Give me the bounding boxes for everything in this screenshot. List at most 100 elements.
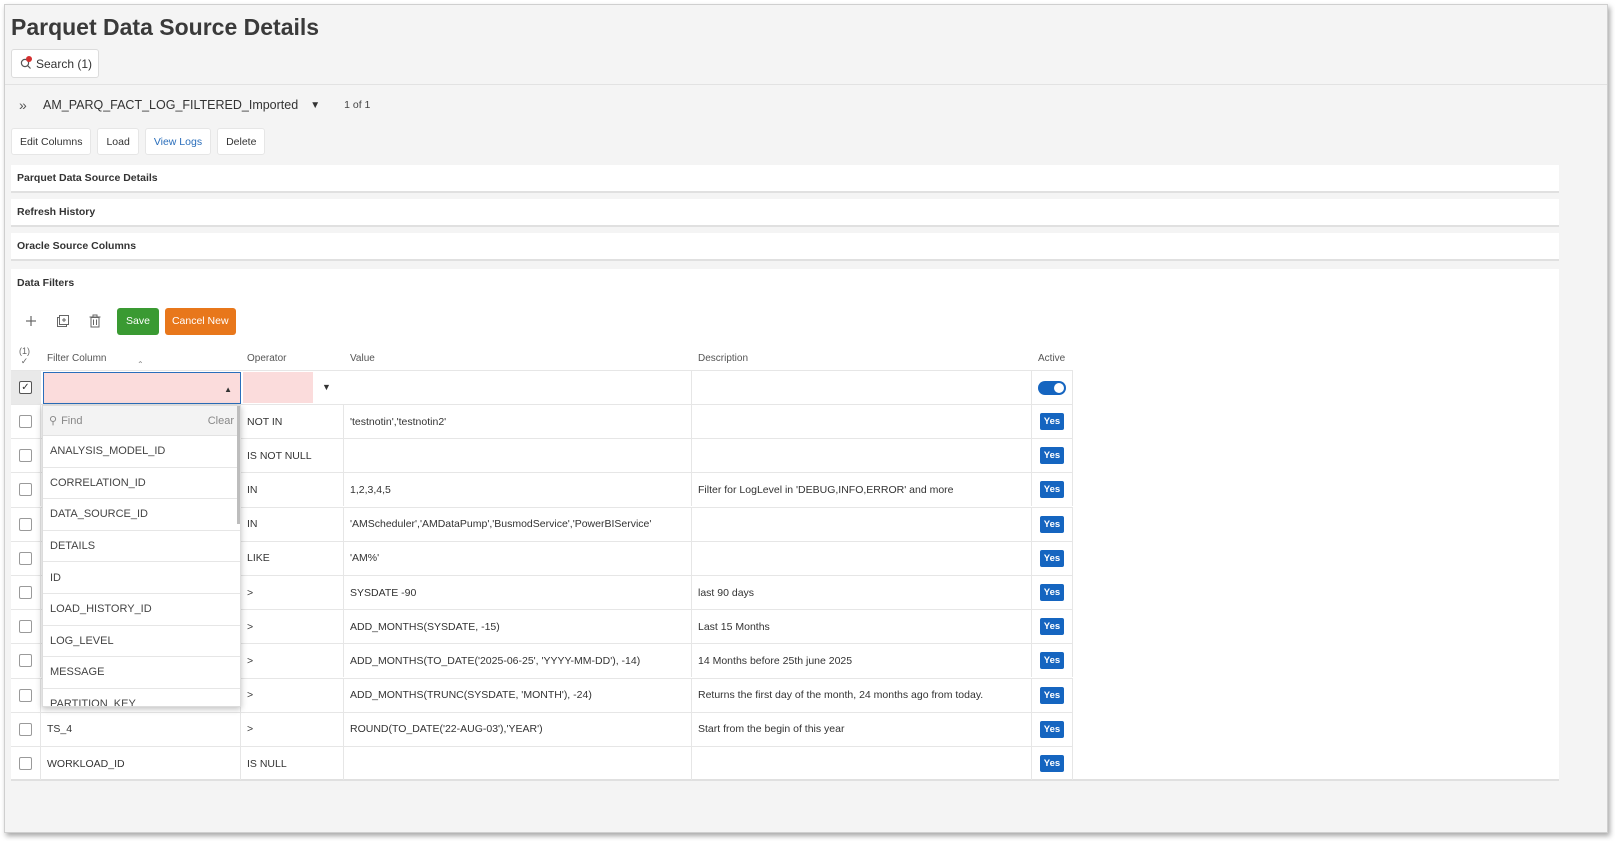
dropdown-option[interactable]: DETAILS	[43, 531, 240, 563]
checkbox[interactable]	[19, 654, 32, 668]
expand-chevrons-icon[interactable]: »	[19, 97, 33, 113]
delete-button[interactable]: Delete	[217, 128, 266, 155]
row-select[interactable]	[11, 712, 41, 746]
table-row[interactable]: TS_4 > ROUND(TO_DATE('22-AUG-03'),'YEAR') S…	[11, 711, 1073, 746]
row-select[interactable]	[11, 405, 41, 438]
cell-value[interactable]: ADD_MONTHS(TRUNC(SYSDATE, 'MONTH'), -24)	[344, 678, 692, 712]
header-filter-column[interactable]: Filter Column	[47, 353, 106, 364]
checkbox[interactable]	[19, 620, 32, 634]
edit-columns-button[interactable]: Edit Columns	[11, 128, 92, 155]
search-button[interactable]: Search (1)	[11, 49, 99, 78]
caret-up-icon[interactable]: ▲	[224, 385, 232, 394]
active-yes-badge[interactable]: Yes	[1039, 481, 1065, 499]
header-description[interactable]: Description	[698, 353, 748, 364]
value-input[interactable]	[344, 371, 692, 404]
cell-description[interactable]	[692, 439, 1032, 473]
cell-operator[interactable]: IS NOT NULL	[241, 439, 344, 473]
checkbox[interactable]	[19, 517, 32, 531]
cell-filter-column[interactable]: WORKLOAD_ID	[41, 747, 241, 780]
header-operator[interactable]: Operator	[247, 353, 286, 364]
dropdown-option[interactable]: ID	[43, 562, 240, 594]
section-refresh-history[interactable]: Refresh History	[11, 199, 1559, 227]
active-yes-badge[interactable]: Yes	[1039, 584, 1065, 601]
active-yes-badge[interactable]: Yes	[1039, 755, 1065, 772]
duplicate-icon[interactable]	[49, 307, 77, 335]
cell-description[interactable]	[692, 747, 1032, 780]
cell-description[interactable]	[692, 405, 1032, 438]
cell-value[interactable]: 'AMScheduler','AMDataPump','BusmodServic…	[344, 507, 692, 541]
cell-value[interactable]	[344, 439, 692, 473]
checkbox[interactable]	[19, 449, 32, 463]
active-yes-badge[interactable]: Yes	[1039, 549, 1065, 567]
record-name[interactable]: AM_PARQ_FACT_LOG_FILTERED_Imported	[43, 98, 298, 112]
cell-value[interactable]: 1,2,3,4,5	[344, 473, 692, 507]
row-select[interactable]	[11, 541, 41, 575]
dropdown-option[interactable]: LOG_LEVEL	[43, 626, 240, 658]
save-button[interactable]: Save	[117, 307, 159, 335]
caret-down-icon[interactable]: ▼	[310, 100, 320, 111]
dropdown-option[interactable]: PARTITION_KEY	[43, 689, 240, 706]
dropdown-option[interactable]: DATA_SOURCE_ID	[43, 499, 240, 531]
cell-description[interactable]	[692, 541, 1032, 575]
row-select[interactable]	[11, 576, 41, 609]
cell-operator[interactable]: IN	[241, 507, 344, 541]
operator-input[interactable]	[243, 372, 313, 403]
row-select[interactable]	[11, 747, 41, 780]
row-select[interactable]	[11, 439, 41, 473]
section-details[interactable]: Parquet Data Source Details	[11, 165, 1559, 193]
row-select[interactable]	[11, 610, 41, 644]
row-select[interactable]: ✓	[11, 371, 41, 404]
row-select[interactable]	[11, 473, 41, 507]
row-select[interactable]	[11, 507, 41, 541]
table-row[interactable]: WORKLOAD_ID IS NULL Yes	[11, 746, 1073, 780]
trash-icon[interactable]	[81, 307, 109, 335]
cell-operator[interactable]: LIKE	[241, 541, 344, 575]
clear-button[interactable]: Clear	[208, 415, 234, 427]
description-input[interactable]	[692, 371, 1032, 404]
checkbox[interactable]	[19, 757, 32, 770]
cell-description[interactable]: last 90 days	[692, 576, 1032, 609]
dropdown-option[interactable]: ANALYSIS_MODEL_ID	[43, 436, 240, 468]
filter-column-input[interactable]: ▲	[43, 372, 241, 404]
row-select[interactable]	[11, 678, 41, 712]
caret-down-icon[interactable]: ▼	[322, 382, 331, 392]
row-select[interactable]	[11, 644, 41, 678]
cell-operator[interactable]: NOT IN	[241, 405, 344, 438]
cell-description[interactable]: Start from the begin of this year	[692, 712, 1032, 746]
cell-value[interactable]: SYSDATE -90	[344, 576, 692, 609]
cell-filter-column[interactable]: TS_4	[41, 712, 241, 746]
cell-description[interactable]: Filter for LogLevel in 'DEBUG,INFO,ERROR…	[692, 473, 1032, 507]
view-logs-button[interactable]: View Logs	[144, 128, 212, 155]
sort-ascending-icon[interactable]: ⌃	[137, 360, 144, 369]
cell-value[interactable]: ADD_MONTHS(SYSDATE, -15)	[344, 610, 692, 644]
active-yes-badge[interactable]: Yes	[1039, 686, 1065, 704]
header-value[interactable]: Value	[350, 353, 375, 364]
dropdown-option[interactable]: MESSAGE	[43, 657, 240, 689]
cell-operator[interactable]: >	[241, 644, 344, 678]
active-yes-badge[interactable]: Yes	[1039, 652, 1065, 670]
cell-value[interactable]: ROUND(TO_DATE('22-AUG-03'),'YEAR')	[344, 712, 692, 746]
cell-operator[interactable]: >	[241, 576, 344, 609]
cell-value[interactable]	[344, 747, 692, 780]
cell-description[interactable]: Returns the first day of the month, 24 m…	[692, 678, 1032, 712]
filter-column-dropdown[interactable]: ⚲ Find Clear ANALYSIS_MODEL_ID CORRELATIO…	[42, 405, 241, 707]
cell-description[interactable]: Last 15 Months	[692, 610, 1032, 644]
active-toggle[interactable]	[1038, 380, 1066, 395]
cell-value[interactable]: 'AM%'	[344, 541, 692, 575]
cell-operator[interactable]: >	[241, 712, 344, 746]
cancel-new-button[interactable]: Cancel New	[164, 307, 236, 335]
active-yes-badge[interactable]: Yes	[1039, 413, 1065, 430]
active-yes-badge[interactable]: Yes	[1039, 618, 1065, 636]
cell-operator[interactable]: IN	[241, 473, 344, 507]
checkbox[interactable]	[19, 586, 32, 599]
cell-operator[interactable]: >	[241, 610, 344, 644]
checkbox[interactable]	[19, 688, 32, 702]
add-icon[interactable]	[17, 307, 45, 335]
dropdown-scrollbar[interactable]	[237, 406, 240, 524]
active-yes-badge[interactable]: Yes	[1039, 515, 1065, 533]
cell-description[interactable]: 14 Months before 25th june 2025	[692, 644, 1032, 678]
checkbox[interactable]	[19, 722, 32, 736]
checkbox[interactable]	[19, 415, 32, 428]
load-button[interactable]: Load	[97, 128, 139, 155]
cell-value[interactable]: ADD_MONTHS(TO_DATE('2025-06-25', 'YYYY-M…	[344, 644, 692, 678]
